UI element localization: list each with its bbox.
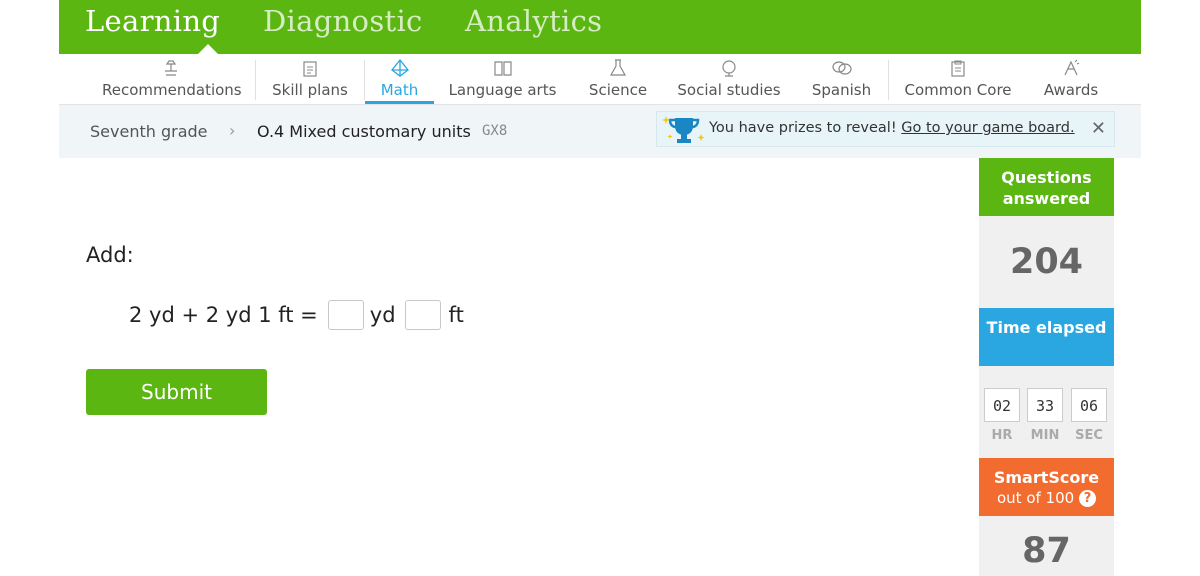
science-icon: [583, 54, 653, 83]
subject-label: Recommendations: [102, 81, 242, 99]
smartscore-label: SmartScore: [993, 468, 1100, 487]
questions-answered-label: Questions answered: [979, 158, 1114, 216]
tab-diagnostic[interactable]: Diagnostic: [263, 4, 423, 38]
subject-spanish[interactable]: Spanish: [808, 54, 875, 104]
subject-language-arts[interactable]: Language arts: [445, 54, 560, 104]
recommendations-icon: [102, 54, 240, 83]
subject-science[interactable]: Science: [583, 54, 653, 104]
unit-ft: ft: [448, 303, 464, 327]
timer: 02 33 06 HR MIN SEC: [979, 366, 1114, 458]
feet-answer-input[interactable]: [404, 300, 441, 330]
subject-label: Science: [588, 81, 648, 99]
subject-social-studies[interactable]: Social studies: [673, 54, 785, 104]
tab-learning[interactable]: Learning: [85, 4, 220, 38]
math-icon: [365, 54, 434, 83]
stats-sidebar: Questions answered 204 Time elapsed 02 3…: [979, 158, 1114, 576]
social-studies-icon: [673, 54, 785, 83]
smartscore-header: SmartScore out of 100 ?: [979, 458, 1114, 516]
question-prompt: Add:: [86, 243, 134, 267]
subject-common-core[interactable]: Common Core: [902, 54, 1014, 104]
language-arts-icon: [445, 54, 560, 83]
trophy-icon: [661, 114, 707, 148]
subject-label: Awards: [1043, 81, 1099, 99]
skill-plans-icon: [270, 54, 350, 83]
prize-text: You have prizes to reveal!: [709, 120, 897, 136]
timer-minutes-label: MIN: [1030, 428, 1060, 443]
common-core-icon: [902, 54, 1014, 83]
spanish-icon: [808, 54, 875, 83]
breadcrumb: Seventh grade › O.4 Mixed customary unit…: [59, 105, 1141, 158]
timer-minutes: 33: [1027, 388, 1063, 422]
timer-hours: 02: [984, 388, 1020, 422]
awards-icon: [1039, 54, 1103, 83]
active-tab-caret: [198, 44, 218, 54]
unit-yd: yd: [369, 303, 396, 327]
subject-label: Language arts: [448, 81, 557, 99]
subject-label: Spanish: [811, 81, 872, 99]
smartscore-sub: out of 100 ?: [979, 488, 1114, 509]
equation: 2 yd + 2 yd 1 ft = yd ft: [129, 300, 464, 330]
time-elapsed-label: Time elapsed: [979, 308, 1114, 366]
skill-code: GX8: [482, 123, 508, 139]
prize-banner: You have prizes to reveal! Go to your ga…: [656, 111, 1115, 147]
timer-hours-label: HR: [991, 428, 1013, 443]
divider: [255, 60, 256, 100]
breadcrumb-grade[interactable]: Seventh grade: [90, 122, 208, 141]
subject-recommendations[interactable]: Recommendations: [102, 54, 242, 104]
game-board-link[interactable]: Go to your game board.: [901, 120, 1074, 136]
subject-label: Common Core: [904, 81, 1012, 99]
subject-label: Math: [380, 81, 419, 99]
close-icon[interactable]: ✕: [1091, 118, 1106, 139]
subject-nav: Recommendations Skill plans Math Languag…: [59, 54, 1141, 105]
subject-label: Social studies: [677, 81, 781, 99]
top-navigation: Learning Diagnostic Analytics: [59, 0, 1141, 54]
smartscore-subtext: out of 100: [997, 489, 1075, 507]
prize-message: You have prizes to reveal! Go to your ga…: [709, 120, 1075, 136]
questions-answered-count: 204: [979, 216, 1114, 308]
yards-answer-input[interactable]: [327, 300, 364, 330]
subject-skill-plans[interactable]: Skill plans: [270, 54, 350, 104]
tab-analytics[interactable]: Analytics: [465, 4, 602, 38]
help-icon[interactable]: ?: [1078, 490, 1096, 507]
timer-seconds: 06: [1071, 388, 1107, 422]
subject-math[interactable]: Math: [365, 54, 434, 104]
submit-button[interactable]: Submit: [86, 369, 267, 415]
equation-expression: 2 yd + 2 yd 1 ft =: [129, 303, 318, 327]
smartscore-value: 87: [979, 516, 1114, 576]
breadcrumb-skill: O.4 Mixed customary units: [257, 122, 471, 141]
breadcrumb-separator: ›: [229, 121, 236, 140]
timer-seconds-label: SEC: [1075, 428, 1103, 443]
divider: [888, 60, 889, 100]
subject-label: Skill plans: [272, 81, 348, 99]
subject-awards[interactable]: Awards: [1039, 54, 1103, 104]
